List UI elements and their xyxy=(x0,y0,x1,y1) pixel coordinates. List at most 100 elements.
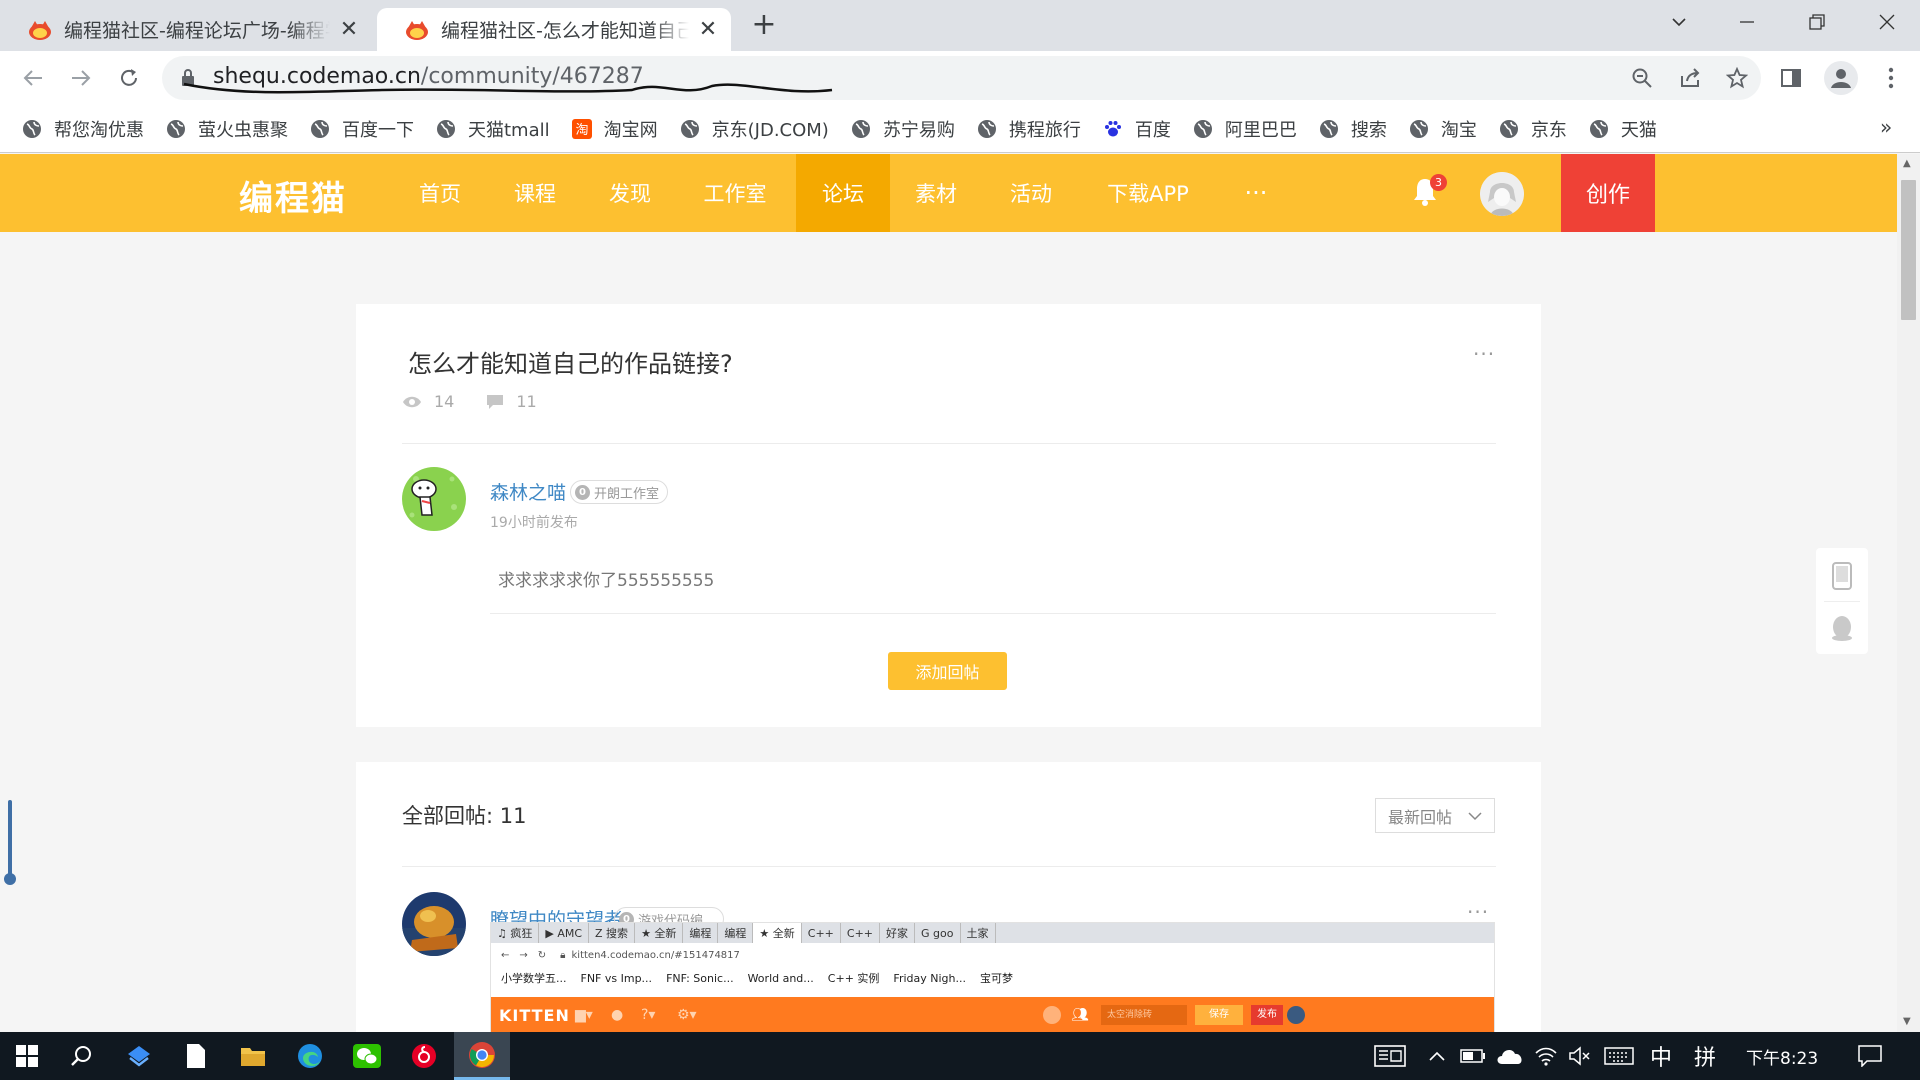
reload-icon[interactable] xyxy=(114,63,144,93)
nav-forum[interactable]: 论坛 xyxy=(796,154,890,232)
bookmark-item[interactable]: 淘宝 xyxy=(1409,116,1477,142)
bookmarks-overflow-icon[interactable]: » xyxy=(1880,115,1892,139)
bookmark-item[interactable]: 京东(JD.COM) xyxy=(680,116,829,142)
menu-kebab-icon[interactable] xyxy=(1876,63,1906,93)
post-menu-icon[interactable]: ··· xyxy=(1473,342,1495,366)
browser-tab-active[interactable]: 编程猫社区-怎么才能知道自己的 ✕ xyxy=(377,8,731,51)
site-logo[interactable]: 编程猫 xyxy=(239,171,347,220)
screenshot-kitten-toolbar: KITTEN ▆▾ ● ?▾ ⚙▾ 👥︎ 太空消除砖 保存 发布 xyxy=(491,997,1494,1033)
screenshot-publish-button: 发布 xyxy=(1251,1005,1283,1025)
touch-keyboard-icon[interactable] xyxy=(1604,1032,1634,1080)
screenshot-bookmark: C++ 实例 xyxy=(827,972,880,985)
search-icon[interactable] xyxy=(58,1032,106,1080)
netease-music-icon[interactable] xyxy=(400,1032,448,1080)
globe-icon xyxy=(1193,119,1212,138)
file-explorer-icon[interactable] xyxy=(229,1032,277,1080)
bookmark-item[interactable]: 帮您淘优惠 xyxy=(22,116,144,142)
bookmark-item[interactable]: 携程旅行 xyxy=(977,116,1081,142)
browser-tab[interactable]: 编程猫社区-编程论坛广场-编程学 ✕ xyxy=(0,8,372,51)
scroll-down-icon[interactable]: ▼ xyxy=(1903,1016,1911,1027)
nav-discover[interactable]: 发现 xyxy=(593,154,667,232)
nav-download-app[interactable]: 下载APP xyxy=(1088,154,1208,232)
close-tab-icon[interactable]: ✕ xyxy=(697,17,719,42)
close-tab-icon[interactable]: ✕ xyxy=(338,17,360,42)
create-button[interactable]: 创作 xyxy=(1561,154,1655,232)
tray-overflow-chevron-icon[interactable] xyxy=(1428,1032,1446,1080)
screenshot-reload-icon: ↻ xyxy=(537,949,547,961)
author-studio-badge[interactable]: 0 开朗工作室 xyxy=(570,480,669,504)
globe-icon xyxy=(23,119,41,138)
page-scrollbar[interactable]: ▲ ▼ xyxy=(1897,154,1920,1032)
nav-courses[interactable]: 课程 xyxy=(498,154,572,232)
bookmark-item[interactable]: 百度 xyxy=(1103,116,1171,142)
bookmark-item[interactable]: 搜索 xyxy=(1319,116,1387,142)
nav-events[interactable]: 活动 xyxy=(994,154,1068,232)
screenshot-bookmark: World and... xyxy=(747,971,814,985)
wechat-icon[interactable] xyxy=(343,1032,391,1080)
bookmark-star-icon[interactable] xyxy=(1722,63,1752,93)
nav-home[interactable]: 首页 xyxy=(403,154,477,232)
bookmark-label: 淘宝 xyxy=(1440,119,1477,141)
bookmark-item[interactable]: 百度一下 xyxy=(310,116,414,142)
nav-studio[interactable]: 工作室 xyxy=(688,154,782,232)
file-icon[interactable] xyxy=(172,1032,220,1080)
share-icon[interactable] xyxy=(1675,63,1705,93)
system-clock[interactable]: 下午8:23 xyxy=(1746,1032,1818,1080)
edge-browser-icon[interactable] xyxy=(286,1032,334,1080)
screenshot-share-icon: 👥︎ xyxy=(1071,1007,1089,1023)
restore-icon[interactable] xyxy=(1788,0,1846,44)
volume-muted-icon[interactable] xyxy=(1568,1032,1592,1080)
scrollbar-thumb[interactable] xyxy=(1901,180,1916,320)
screenshot-help-icon: ?▾ xyxy=(641,1007,656,1023)
tab-search-chevron-icon[interactable] xyxy=(1650,0,1708,44)
windows-start-icon[interactable] xyxy=(0,1032,54,1080)
onedrive-cloud-icon[interactable] xyxy=(1496,1032,1524,1080)
level-badge: 0 xyxy=(575,484,590,500)
bookmark-label: 百度 xyxy=(1134,119,1171,141)
user-avatar[interactable] xyxy=(1480,172,1524,216)
bookmark-item[interactable]: 阿里巴巴 xyxy=(1193,116,1297,142)
news-widget-icon[interactable] xyxy=(1374,1032,1406,1080)
wifi-icon[interactable] xyxy=(1534,1032,1558,1080)
reply-author-avatar[interactable] xyxy=(402,892,466,956)
bookmark-item[interactable]: 萤火虫惠聚 xyxy=(166,116,288,142)
feishu-app-icon[interactable] xyxy=(115,1032,163,1080)
bookmark-item[interactable]: 京东 xyxy=(1499,116,1567,142)
minimize-icon[interactable] xyxy=(1718,0,1776,44)
battery-icon[interactable] xyxy=(1460,1032,1486,1080)
post-body: 求求求求求你了555555555 xyxy=(498,571,715,591)
bookmark-item[interactable]: 淘淘宝网 xyxy=(571,116,658,142)
back-icon[interactable] xyxy=(18,63,48,93)
address-bar[interactable]: shequ.codemao.cn/community/467287 xyxy=(162,56,1761,100)
ime-language-indicator[interactable]: 中 xyxy=(1650,1032,1672,1080)
profile-icon[interactable] xyxy=(1824,61,1858,95)
chrome-taskbar-icon[interactable] xyxy=(454,1032,510,1080)
qq-penguin-icon[interactable] xyxy=(1830,614,1854,642)
screenshot-address-bar: ← → ↻ 🔒︎ kitten4.codemao.cn/#151474817 xyxy=(491,943,1494,967)
nav-more-icon[interactable]: ··· xyxy=(1230,154,1282,232)
author-name[interactable]: 森林之喵 xyxy=(490,478,566,505)
mobile-app-icon[interactable] xyxy=(1831,562,1853,590)
globe-icon xyxy=(1319,119,1338,138)
screenshot-tab: ★ 全新 xyxy=(635,923,684,943)
screenshot-bookmarks: 小学数学五... FNF vs Imp... FNF: Sonic... World … xyxy=(491,967,1494,989)
bookmark-label: 携程旅行 xyxy=(1008,119,1081,141)
reply-sort-select[interactable]: 最新回帖 xyxy=(1375,798,1495,833)
ime-mode-indicator[interactable]: 拼 xyxy=(1694,1032,1716,1080)
reply-menu-icon[interactable]: ··· xyxy=(1467,900,1489,924)
thermometer-widget-icon[interactable] xyxy=(4,800,16,886)
scroll-up-icon[interactable]: ▲ xyxy=(1903,158,1911,169)
add-reply-button[interactable]: 添加回帖 xyxy=(888,652,1007,690)
forward-icon[interactable] xyxy=(66,63,96,93)
nav-materials[interactable]: 素材 xyxy=(899,154,973,232)
bookmark-item[interactable]: 天猫tmall xyxy=(436,116,550,142)
notification-center-icon[interactable] xyxy=(1858,1032,1882,1080)
bookmark-item[interactable]: 天猫 xyxy=(1589,116,1657,142)
new-tab-icon[interactable]: + xyxy=(749,10,779,40)
zoom-icon[interactable] xyxy=(1627,63,1657,93)
bookmark-item[interactable]: 苏宁易购 xyxy=(851,116,955,142)
scribble-annotation xyxy=(183,82,833,94)
close-window-icon[interactable] xyxy=(1858,0,1916,44)
side-panel-icon[interactable] xyxy=(1776,63,1806,93)
author-avatar[interactable] xyxy=(402,467,466,531)
